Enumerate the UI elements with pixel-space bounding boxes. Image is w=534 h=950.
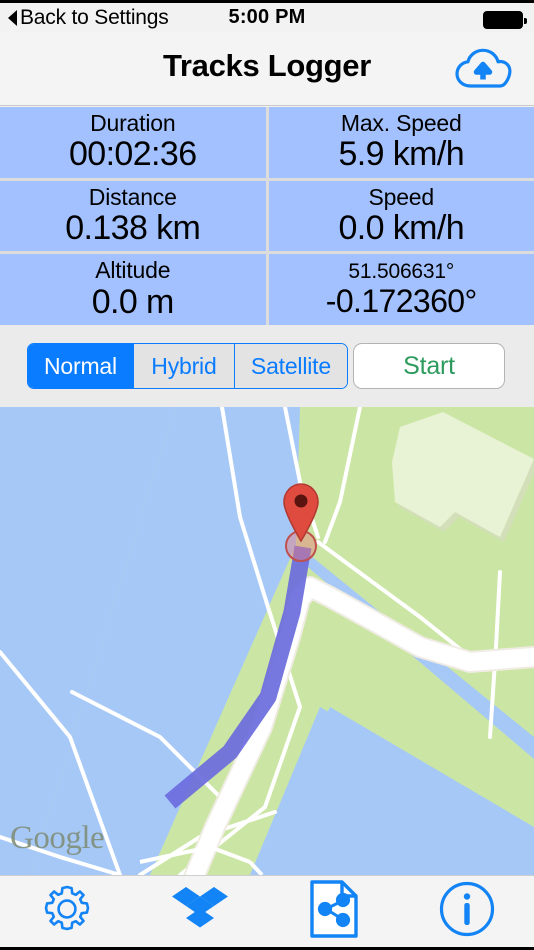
segment-normal[interactable]: Normal: [28, 344, 133, 388]
stat-cell-speed: Speed 0.0 km/h: [268, 180, 534, 252]
cloud-upload-icon[interactable]: [454, 45, 512, 93]
settings-button[interactable]: [0, 876, 134, 947]
share-file-icon: [308, 879, 360, 944]
stat-value: 0.0 km/h: [338, 208, 465, 247]
status-bar: Back to Settings 5:00 PM: [0, 0, 534, 32]
stat-value: 00:02:36: [68, 135, 197, 174]
stat-cell-altitude: Altitude 0.0 m: [0, 254, 266, 325]
segment-satellite[interactable]: Satellite: [233, 344, 347, 388]
stat-cell-distance: Distance 0.138 km: [0, 180, 266, 252]
stat-value: 0.138 km: [65, 208, 201, 247]
dropbox-button[interactable]: [134, 876, 268, 947]
stat-cell-duration: Duration 00:02:36: [0, 107, 266, 178]
battery-full-icon: [483, 11, 527, 29]
start-button[interactable]: Start: [353, 343, 505, 389]
dropbox-icon: [172, 883, 229, 940]
gear-icon: [39, 881, 95, 942]
stat-label: Duration: [90, 110, 176, 137]
map-view[interactable]: Google: [0, 407, 534, 875]
stat-label: Max. Speed: [340, 110, 462, 137]
status-bar-clock: 5:00 PM: [228, 6, 306, 28]
stats-grid: Duration 00:02:36 Max. Speed 5.9 km/h Di…: [0, 107, 534, 325]
stat-label: Altitude: [95, 257, 171, 284]
controls-bar: Normal Hybrid Satellite Start: [0, 325, 534, 407]
bottom-toolbar: [0, 875, 534, 950]
map-canvas: [0, 407, 534, 875]
stat-cell-coordinates: 51.506631° -0.172360°: [268, 254, 534, 325]
longitude-value: -0.172360°: [325, 282, 478, 319]
stat-cell-max-speed: Max. Speed 5.9 km/h: [268, 107, 534, 178]
map-type-segmented-control[interactable]: Normal Hybrid Satellite: [27, 343, 348, 389]
info-circle-icon: [438, 880, 496, 943]
stat-value: 0.0 m: [91, 282, 175, 321]
app-screen: Back to Settings 5:00 PM Tracks Logger D…: [0, 0, 534, 950]
navigation-bar: Tracks Logger: [0, 32, 534, 106]
info-button[interactable]: [401, 876, 534, 947]
segment-hybrid[interactable]: Hybrid: [132, 344, 234, 388]
share-button[interactable]: [267, 876, 401, 947]
stat-value: 5.9 km/h: [338, 135, 465, 174]
latitude-value: 51.506631°: [348, 259, 455, 283]
stat-label: Distance: [88, 183, 177, 210]
stat-label: Speed: [368, 183, 434, 210]
